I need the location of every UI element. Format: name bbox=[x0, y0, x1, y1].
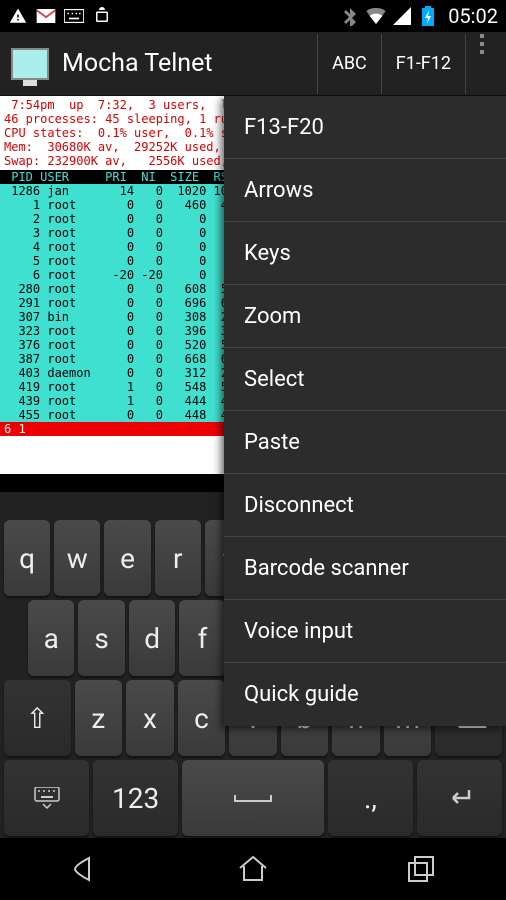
recent-apps-button[interactable] bbox=[402, 849, 442, 889]
key-f[interactable]: f bbox=[179, 600, 225, 676]
app-title: Mocha Telnet bbox=[62, 49, 317, 78]
status-time: 05:02 bbox=[448, 4, 498, 28]
status-bar: 05:02 bbox=[0, 0, 506, 32]
key-a[interactable]: a bbox=[28, 600, 74, 676]
key-space[interactable] bbox=[182, 760, 324, 836]
key-e[interactable]: e bbox=[104, 520, 150, 596]
key-z[interactable]: z bbox=[75, 680, 123, 756]
overflow-menu-button[interactable] bbox=[465, 34, 498, 94]
key-w[interactable]: w bbox=[54, 520, 100, 596]
key-123[interactable]: 123 bbox=[93, 760, 178, 836]
menu-item-keys[interactable]: Keys bbox=[224, 222, 506, 285]
key-comma-period[interactable]: ., bbox=[328, 760, 413, 836]
f1-f12-button[interactable]: F1-F12 bbox=[381, 34, 465, 94]
menu-item-f13-f20[interactable]: F13-F20 bbox=[224, 96, 506, 159]
home-button[interactable] bbox=[233, 849, 273, 889]
bluetooth-icon bbox=[340, 6, 360, 26]
menu-item-quick-guide[interactable]: Quick guide bbox=[224, 663, 506, 726]
key-s[interactable]: s bbox=[78, 600, 124, 676]
key-shift[interactable]: ⇧ bbox=[4, 680, 71, 756]
keyboard-status-icon bbox=[64, 6, 84, 26]
key-d[interactable]: d bbox=[129, 600, 175, 676]
overflow-menu: F13-F20 Arrows Keys Zoom Select Paste Di… bbox=[224, 96, 506, 726]
key-hide-keyboard[interactable] bbox=[4, 760, 89, 836]
keyboard-row-4: 123 ., bbox=[0, 758, 506, 838]
signal-icon bbox=[392, 6, 412, 26]
navigation-bar bbox=[0, 838, 506, 900]
menu-item-arrows[interactable]: Arrows bbox=[224, 159, 506, 222]
abc-button[interactable]: ABC bbox=[317, 34, 381, 94]
key-c[interactable]: c bbox=[178, 680, 226, 756]
menu-item-select[interactable]: Select bbox=[224, 348, 506, 411]
menu-item-zoom[interactable]: Zoom bbox=[224, 285, 506, 348]
menu-item-paste[interactable]: Paste bbox=[224, 411, 506, 474]
battery-icon bbox=[418, 6, 438, 26]
key-enter[interactable] bbox=[417, 760, 502, 836]
action-bar: Mocha Telnet ABC F1-F12 bbox=[0, 32, 506, 96]
android-icon bbox=[92, 6, 112, 26]
menu-item-disconnect[interactable]: Disconnect bbox=[224, 474, 506, 537]
key-x[interactable]: x bbox=[126, 680, 174, 756]
wifi-icon bbox=[366, 6, 386, 26]
app-icon[interactable] bbox=[8, 42, 52, 86]
key-r[interactable]: r bbox=[155, 520, 201, 596]
warning-icon bbox=[8, 6, 28, 26]
back-button[interactable] bbox=[64, 849, 104, 889]
gmail-icon bbox=[36, 6, 56, 26]
menu-item-barcode-scanner[interactable]: Barcode scanner bbox=[224, 537, 506, 600]
menu-item-voice-input[interactable]: Voice input bbox=[224, 600, 506, 663]
key-q[interactable]: q bbox=[4, 520, 50, 596]
